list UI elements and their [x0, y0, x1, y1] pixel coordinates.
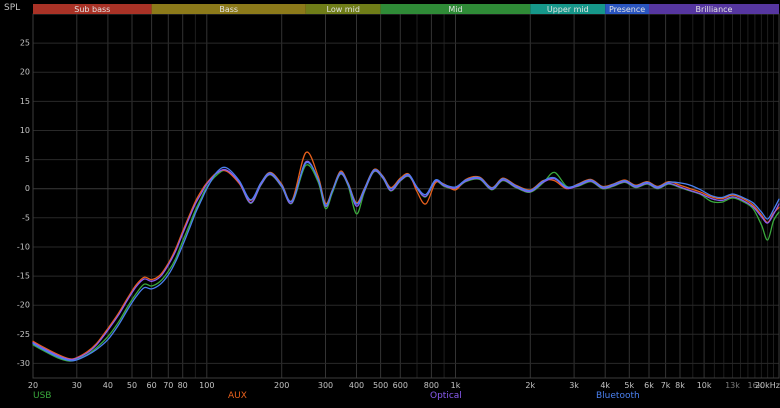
x-tick-label: 8k [675, 381, 685, 390]
x-tick-label: 400 [349, 381, 364, 390]
x-tick-label: 100 [199, 381, 214, 390]
band-label-sub-bass: Sub bass [74, 5, 110, 14]
x-tick-label: 70 [163, 381, 173, 390]
x-tick-label: 80 [178, 381, 188, 390]
x-tick-label: 40 [103, 381, 113, 390]
x-tick-label: 1k [451, 381, 461, 390]
y-tick-label: 10 [20, 126, 30, 135]
x-tick-label: 300 [318, 381, 333, 390]
chart-svg: Sub bass Bass Low mid Mid Upper mid Presence B… [0, 0, 780, 408]
spl-frequency-response-screen: Sub bass Bass Low mid Mid Upper mid Presence B… [0, 0, 780, 408]
spl-axis-title: SPL [4, 3, 21, 13]
chart-background [0, 0, 780, 408]
x-tick-label: 50 [127, 381, 137, 390]
x-tick-label: 2k [525, 381, 535, 390]
band-label-brilliance: Brilliance [696, 5, 733, 14]
band-label-low-mid: Low mid [327, 5, 360, 14]
legend-usb[interactable]: USB [33, 391, 51, 401]
y-tick-label: 0 [25, 184, 30, 193]
y-tick-label: -20 [17, 301, 30, 310]
x-tick-label: 20kHz [755, 381, 780, 390]
x-tick-label: 10k [697, 381, 712, 390]
x-tick-label: 3k [569, 381, 579, 390]
x-tick-label: 600 [393, 381, 408, 390]
band-label-presence: Presence [609, 5, 645, 14]
x-tick-label: 6k [644, 381, 654, 390]
band-label-upper-mid: Upper mid [547, 5, 589, 14]
band-label-mid: Mid [448, 5, 462, 14]
y-tick-label: -25 [17, 330, 30, 339]
y-tick-label: -15 [17, 272, 30, 281]
x-tick-label: 800 [424, 381, 439, 390]
x-tick-label: 5k [624, 381, 634, 390]
y-tick-label: 5 [25, 155, 30, 164]
legend-aux[interactable]: AUX [228, 391, 247, 401]
x-tick-label: 500 [373, 381, 388, 390]
y-tick-label: -5 [22, 213, 30, 222]
x-tick-label: 200 [274, 381, 289, 390]
legend-optical[interactable]: Optical [430, 391, 462, 401]
legend-bluetooth[interactable]: Bluetooth [596, 391, 640, 401]
x-tick-label: 4k [600, 381, 610, 390]
x-tick-label: 13k [725, 381, 740, 390]
spl-chart: Sub bass Bass Low mid Mid Upper mid Presence B… [0, 0, 780, 408]
x-tick-label: 7k [661, 381, 671, 390]
y-tick-label: 20 [20, 68, 30, 77]
x-tick-label: 30 [72, 381, 82, 390]
x-tick-label: 60 [147, 381, 157, 390]
y-tick-label: -30 [17, 359, 30, 368]
band-label-bass: Bass [219, 5, 238, 14]
y-tick-label: -10 [17, 243, 30, 252]
y-tick-label: 25 [20, 39, 30, 48]
x-tick-label: 20 [28, 381, 38, 390]
y-tick-label: 15 [20, 97, 30, 106]
